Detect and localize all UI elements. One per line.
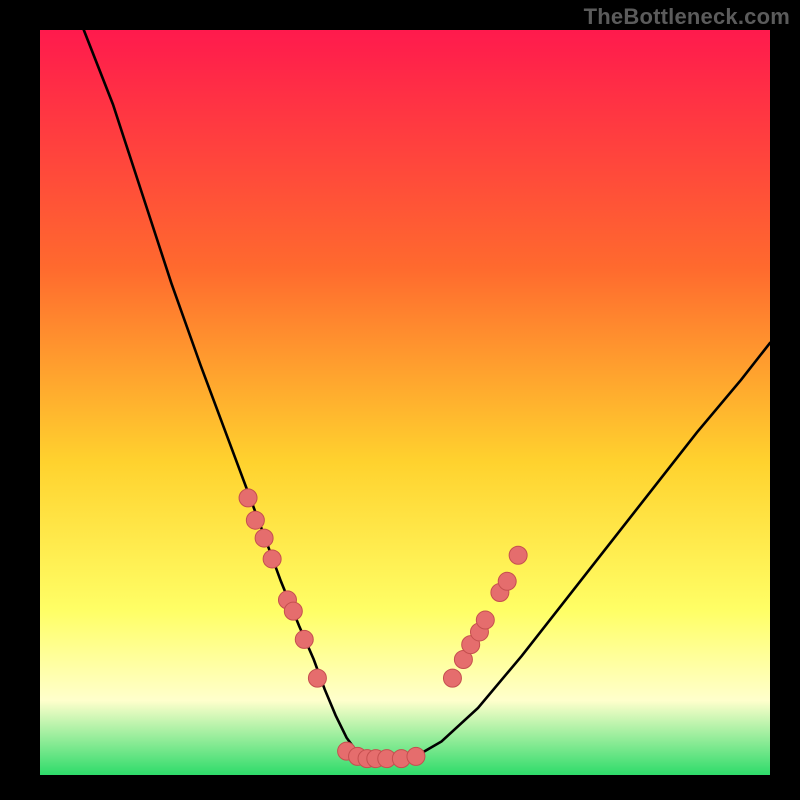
data-point [295, 630, 313, 648]
data-point [407, 747, 425, 765]
data-point [284, 602, 302, 620]
bottleneck-chart [0, 0, 800, 800]
data-point [509, 546, 527, 564]
data-point [476, 611, 494, 629]
data-point [308, 669, 326, 687]
data-point [498, 572, 516, 590]
data-point [443, 669, 461, 687]
data-point [239, 489, 257, 507]
chart-stage: TheBottleneck.com [0, 0, 800, 800]
data-point [255, 529, 273, 547]
data-point [263, 550, 281, 568]
plot-background [40, 30, 770, 775]
watermark-text: TheBottleneck.com [584, 4, 790, 30]
data-point [246, 511, 264, 529]
